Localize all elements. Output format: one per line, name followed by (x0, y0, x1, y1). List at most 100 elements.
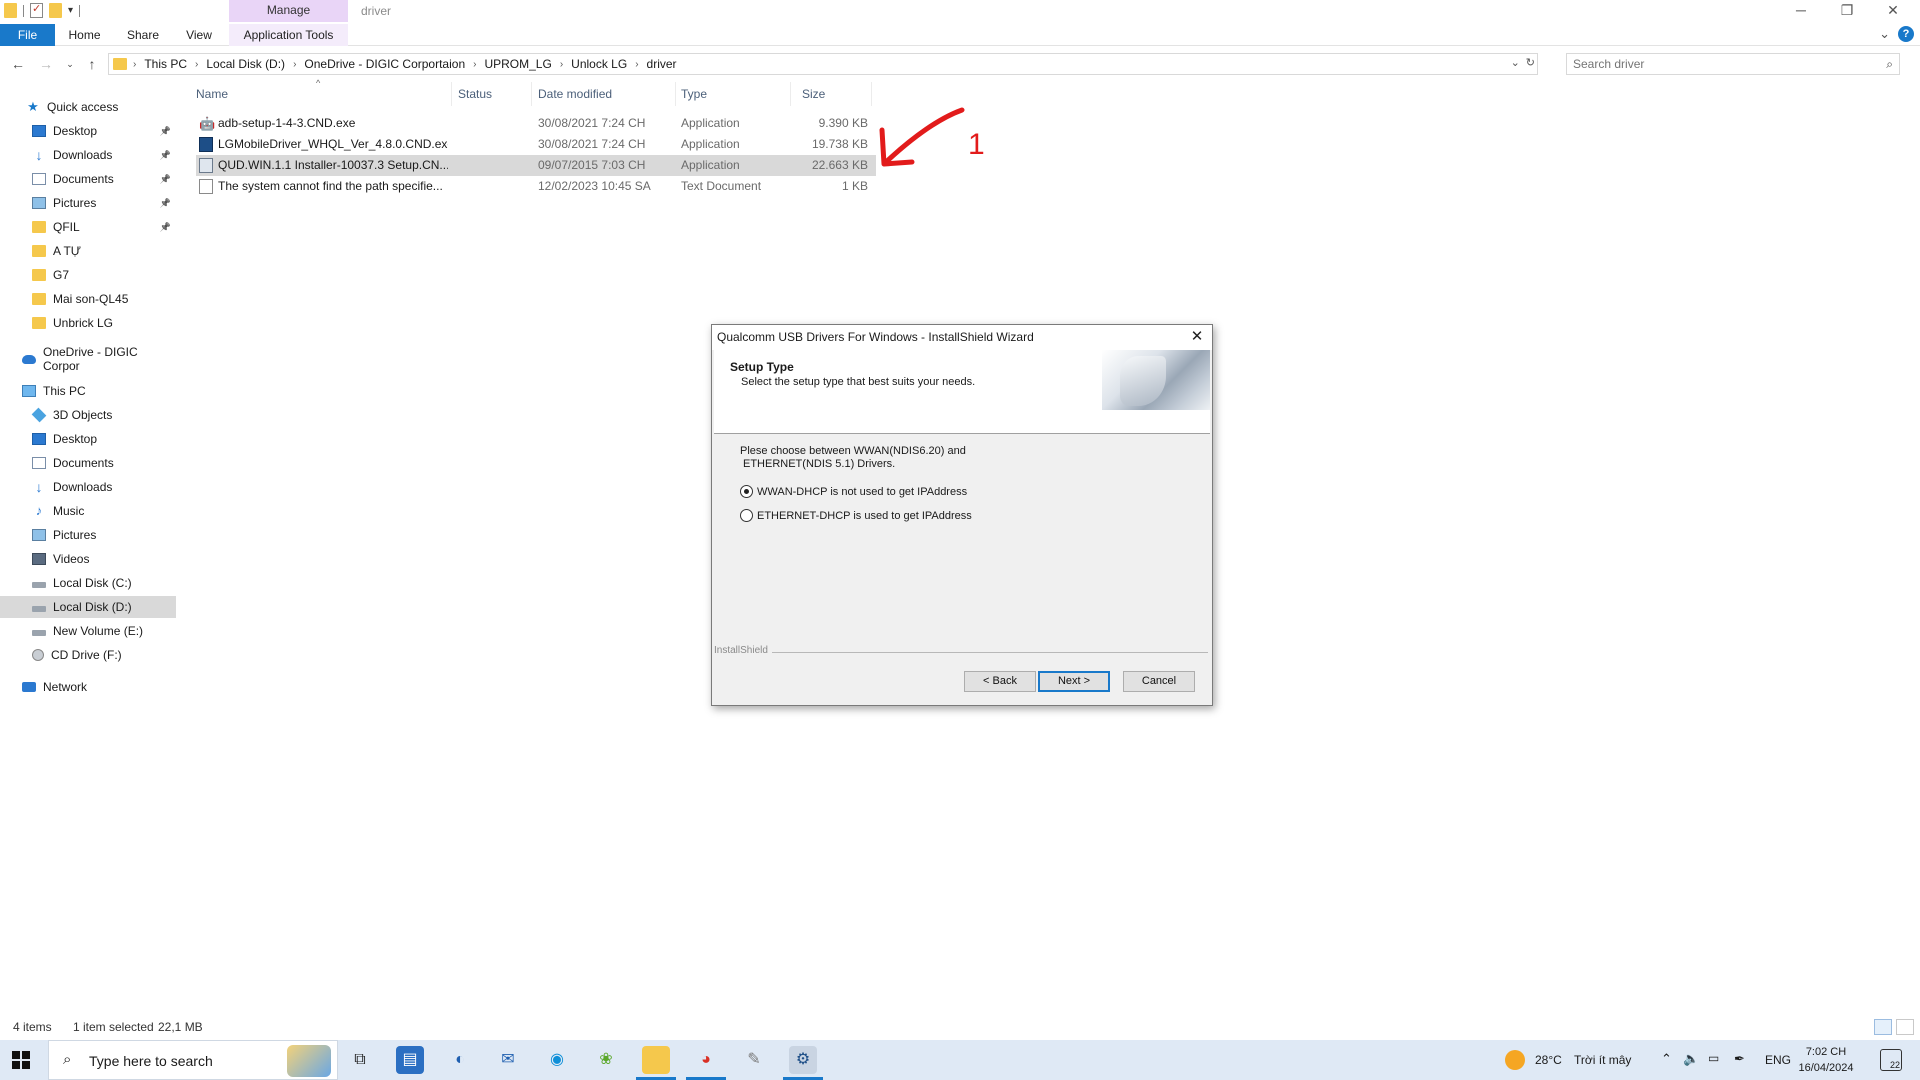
column-header-type[interactable]: Type (681, 82, 791, 106)
sidebar-item-new-volume-e[interactable]: New Volume (E:) (0, 620, 176, 642)
sidebar-item-mai-son-ql45[interactable]: Mai son-QL45 (0, 288, 176, 310)
edge-icon[interactable]: ◉ (543, 1046, 571, 1074)
pen-icon[interactable]: ✒ (1734, 1051, 1745, 1067)
breadcrumb-uprom-lg[interactable]: UPROM_LG (484, 57, 551, 71)
task-view-icon[interactable]: ⧉ (346, 1046, 374, 1074)
sidebar-item-music[interactable]: ♪ Music (0, 500, 176, 522)
mail-icon[interactable]: ✉ (494, 1046, 522, 1074)
sidebar-item-qfil[interactable]: QFIL 📌 (0, 216, 176, 238)
up-arrow-icon[interactable]: ↑ (82, 54, 102, 74)
dialog-close-icon[interactable]: ✕ (1188, 328, 1206, 346)
radio-wwan[interactable] (740, 485, 753, 498)
file-row[interactable]: The system cannot find the path specifie… (196, 176, 876, 197)
sidebar-item-desktop[interactable]: Desktop 📌 (0, 120, 176, 142)
maximize-button[interactable]: ❐ (1824, 0, 1870, 22)
store-icon[interactable]: ▤ (396, 1046, 424, 1074)
installer-icon[interactable]: ⚙ (783, 1046, 823, 1080)
file-row[interactable]: 🤖 adb-setup-1-4-3.CND.exe 30/08/2021 7:24 … (196, 113, 876, 134)
sidebar-item-downloads[interactable]: ↓ Downloads (0, 476, 176, 498)
search-icon[interactable]: ⌕ (1886, 57, 1893, 72)
weather-description[interactable]: Trời ít mây (1574, 1053, 1631, 1067)
breadcrumb-this-pc[interactable]: This PC (144, 57, 187, 71)
weather-icon[interactable] (1505, 1050, 1525, 1070)
notifications-icon[interactable]: 22 (1880, 1049, 1902, 1071)
forward-arrow-icon[interactable]: → (36, 54, 56, 74)
large-icons-view-icon[interactable] (1896, 1019, 1914, 1035)
sidebar-item-quick-access[interactable]: ★ Quick access (0, 96, 176, 118)
paint-icon[interactable]: ✎ (740, 1046, 768, 1074)
cancel-button[interactable]: Cancel (1123, 671, 1195, 692)
tab-home[interactable]: Home (62, 24, 107, 46)
skype-icon[interactable]: ◐ (446, 1046, 474, 1074)
chevron-right-icon[interactable]: › (293, 59, 296, 70)
pin-icon[interactable]: 📌 (160, 198, 171, 209)
chevron-down-icon[interactable]: ▾ (68, 5, 73, 16)
app-icon[interactable]: ❀ (592, 1046, 620, 1074)
sidebar-item-desktop[interactable]: Desktop (0, 428, 176, 450)
back-button[interactable]: < Back (964, 671, 1036, 692)
pin-icon[interactable]: 📌 (160, 174, 171, 185)
sidebar-item-documents[interactable]: Documents 📌 (0, 168, 176, 190)
back-arrow-icon[interactable]: ← (8, 54, 28, 74)
battery-icon[interactable]: ▭ (1708, 1051, 1719, 1065)
weather-temperature[interactable]: 28°C (1535, 1053, 1562, 1067)
sidebar-item-unbrick-lg[interactable]: Unbrick LG (0, 312, 176, 334)
address-bar[interactable]: › This PC › Local Disk (D:) › OneDrive -… (108, 53, 1538, 75)
chevron-up-icon[interactable]: ⌃ (1661, 1051, 1672, 1067)
breadcrumb-unlock-lg[interactable]: Unlock LG (571, 57, 627, 71)
sidebar-item-3d-objects[interactable]: 3D Objects (0, 404, 176, 426)
taskbar-search[interactable]: ⌕ Type here to search (48, 1040, 338, 1080)
tab-application-tools[interactable]: Application Tools (229, 24, 348, 46)
close-button[interactable]: ✕ (1870, 0, 1916, 22)
recent-locations-chevron-icon[interactable]: ⌄ (60, 54, 80, 74)
sidebar-item-local-disk-d[interactable]: Local Disk (D:) (0, 596, 176, 618)
properties-icon[interactable] (30, 2, 43, 18)
windows-start-icon[interactable] (12, 1051, 30, 1069)
file-explorer-icon[interactable] (636, 1046, 676, 1080)
chevron-right-icon[interactable]: › (133, 59, 136, 70)
ribbon-collapse-icon[interactable]: ⌄ (1879, 26, 1890, 42)
help-icon[interactable]: ? (1898, 26, 1914, 42)
chevron-right-icon[interactable]: › (195, 59, 198, 70)
system-clock[interactable]: 7:02 CH 16/04/2024 (1796, 1044, 1856, 1076)
manage-contextual-tab[interactable]: Manage (229, 0, 348, 22)
column-header-date-modified[interactable]: Date modified (538, 82, 676, 106)
chrome-icon[interactable]: ◕ (686, 1046, 726, 1080)
input-language[interactable]: ENG (1765, 1053, 1791, 1067)
search-box[interactable]: ⌕ (1566, 53, 1900, 75)
option-ethernet[interactable]: ETHERNET-DHCP is used to get IPAddress (740, 509, 972, 522)
column-header-name[interactable]: Name (196, 82, 452, 106)
sidebar-item-a-t[interactable]: A TỰ (0, 240, 176, 262)
chevron-right-icon[interactable]: › (635, 59, 638, 70)
sidebar-item-cd-drive-f[interactable]: CD Drive (F:) (0, 644, 176, 666)
sidebar-item-pictures[interactable]: Pictures 📌 (0, 192, 176, 214)
sidebar-item-g7[interactable]: G7 (0, 264, 176, 286)
sidebar-item-network[interactable]: Network (0, 676, 176, 698)
sidebar-item-pictures[interactable]: Pictures (0, 524, 176, 546)
pin-icon[interactable]: 📌 (160, 126, 171, 137)
sidebar-item-local-disk-c[interactable]: Local Disk (C:) (0, 572, 176, 594)
column-header-status[interactable]: Status (458, 82, 532, 106)
next-button[interactable]: Next > (1038, 671, 1110, 692)
sidebar-item-this-pc[interactable]: This PC (0, 380, 176, 402)
volume-icon[interactable]: 🔈 (1683, 1051, 1699, 1067)
search-input[interactable] (1567, 54, 1867, 74)
chevron-right-icon[interactable]: › (560, 59, 563, 70)
pin-icon[interactable]: 📌 (160, 150, 171, 161)
sidebar-item-videos[interactable]: Videos (0, 548, 176, 570)
address-history-chevron-icon[interactable]: ⌄ (1511, 56, 1520, 69)
chevron-right-icon[interactable]: › (473, 59, 476, 70)
tab-file[interactable]: File (0, 24, 55, 46)
option-wwan[interactable]: WWAN-DHCP is not used to get IPAddress (740, 485, 967, 498)
new-folder-icon[interactable] (49, 3, 62, 18)
details-view-icon[interactable] (1874, 1019, 1892, 1035)
sidebar-item-downloads[interactable]: ↓ Downloads 📌 (0, 144, 176, 166)
breadcrumb-driver[interactable]: driver (647, 57, 677, 71)
minimize-button[interactable]: ─ (1778, 0, 1824, 22)
tab-share[interactable]: Share (120, 24, 166, 46)
pin-icon[interactable]: 📌 (160, 222, 171, 233)
file-row[interactable]: QUD.WIN.1.1 Installer-10037.3 Setup.CN..… (196, 155, 876, 176)
breadcrumb-onedrive[interactable]: OneDrive - DIGIC Corportaion (304, 57, 465, 71)
folder-icon[interactable] (4, 3, 17, 18)
sidebar-item-documents[interactable]: Documents (0, 452, 176, 474)
